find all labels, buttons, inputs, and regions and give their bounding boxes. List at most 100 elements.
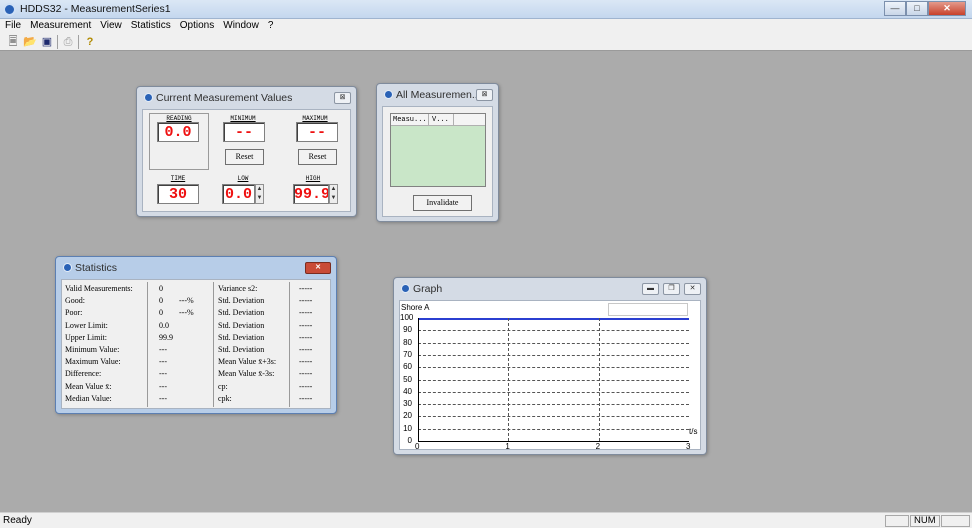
- window-logo-icon: [384, 90, 393, 99]
- stat-value: 0.0: [159, 320, 169, 330]
- minimize-button[interactable]: —: [884, 1, 906, 16]
- high-display: 99.9: [293, 184, 329, 204]
- current-values-client: READING 0.0 MINIMUM ---.- Reset MAXIMUM …: [142, 109, 351, 212]
- stat-label: Poor:: [65, 308, 83, 318]
- low-label: LOW: [237, 175, 249, 182]
- y-tick-label: 90: [403, 325, 412, 335]
- window-logo-icon: [401, 284, 410, 293]
- stat-label: Mean Value x̄+3s:: [218, 357, 277, 367]
- measurements-list[interactable]: Measu... V...: [390, 113, 486, 187]
- reading-label: READING: [166, 115, 192, 122]
- grid-line: [418, 379, 689, 381]
- graph-input[interactable]: [608, 303, 688, 316]
- menu-window[interactable]: Window: [223, 19, 259, 33]
- stat-value: ---: [159, 357, 167, 367]
- minimize-icon[interactable]: ▬: [642, 283, 659, 295]
- open-icon[interactable]: 📂: [23, 35, 37, 49]
- stat-percent: ---%: [179, 296, 194, 306]
- stat-value: 0: [159, 308, 163, 318]
- x-tick-label: 3: [686, 442, 691, 451]
- all-measurements-window[interactable]: All Measuremen... ⊠ Measu... V... Invali…: [376, 83, 499, 222]
- high-label: HIGH: [305, 175, 321, 182]
- close-icon[interactable]: ⊠: [476, 89, 493, 101]
- grid-line: [418, 354, 689, 356]
- graph-title: Graph: [401, 283, 442, 295]
- menu-options[interactable]: Options: [180, 19, 214, 33]
- stat-label: Minimum Value:: [65, 345, 120, 354]
- column-header[interactable]: V...: [432, 116, 449, 124]
- stat-label: Lower Limit:: [65, 320, 108, 330]
- status-pane: [941, 515, 970, 527]
- restore-button[interactable]: □: [906, 1, 928, 16]
- stat-label: Mean Value x̄:: [65, 381, 112, 391]
- menu-statistics[interactable]: Statistics: [131, 19, 171, 33]
- window-controls: — □ ✕: [884, 1, 966, 16]
- column-divider: [147, 282, 148, 407]
- stat-label: Std. Deviation: [218, 345, 265, 354]
- grid-line: [508, 318, 510, 441]
- y-tick-label: 40: [403, 386, 412, 396]
- column-divider: [453, 114, 454, 125]
- column-header[interactable]: Measu...: [393, 116, 427, 124]
- statistics-window[interactable]: Statistics ✕ Valid Measurements: 0 Good: 0 -…: [55, 256, 337, 414]
- reset-maximum-button[interactable]: Reset: [298, 149, 337, 165]
- window-logo-icon: [144, 93, 153, 102]
- menu-measurement[interactable]: Measurement: [30, 19, 91, 33]
- stat-label: Std. Deviation: [218, 332, 265, 342]
- grid-line: [418, 404, 689, 406]
- stat-value: -----: [299, 320, 313, 330]
- x-axis-unit: t/s: [689, 427, 698, 436]
- toolbar-separator: [57, 35, 58, 49]
- close-icon[interactable]: ✕: [684, 283, 701, 295]
- stat-label: cpk:: [218, 393, 232, 403]
- stat-value: -----: [299, 381, 313, 391]
- app-titlebar: HDDS32 - MeasurementSeries1 — □ ✕: [0, 0, 972, 19]
- y-tick-label: 80: [403, 337, 412, 347]
- grid-line: [418, 330, 689, 332]
- stat-label: cp:: [218, 381, 228, 391]
- grid-line: [418, 391, 689, 393]
- minimum-label: MINIMUM: [230, 115, 256, 122]
- menu-view[interactable]: View: [100, 19, 122, 33]
- all-measurements-title: All Measuremen...: [384, 89, 481, 101]
- stat-label: Mean Value x̄-3s:: [218, 369, 275, 379]
- graph-label: Shore A: [401, 303, 430, 312]
- low-spinner[interactable]: ▲ ▼: [255, 184, 264, 204]
- reset-minimum-button[interactable]: Reset: [225, 149, 264, 165]
- grid-line: [598, 318, 600, 441]
- status-pane: [885, 515, 909, 527]
- low-display: 0.0: [222, 184, 255, 204]
- current-values-title: Current Measurement Values: [144, 92, 292, 104]
- menu-help[interactable]: ?: [268, 19, 274, 33]
- status-bar: Ready NUM: [0, 512, 972, 528]
- close-button[interactable]: ✕: [928, 1, 966, 16]
- print-icon[interactable]: ⎙: [61, 35, 75, 49]
- close-icon[interactable]: ⊠: [334, 92, 351, 104]
- statistics-client: Valid Measurements: 0 Good: 0 ---% Poor: 0 ---%…: [61, 279, 331, 409]
- save-icon[interactable]: ▣: [40, 35, 54, 49]
- grid-line: [418, 416, 689, 418]
- help-icon[interactable]: ?: [83, 35, 97, 49]
- graph-window[interactable]: Graph ▬ ❐ ✕ Shore A 100 90 80 70 60 50 40 30 20 1…: [393, 277, 707, 455]
- maximum-display: ---.-: [296, 122, 338, 142]
- invalidate-button[interactable]: Invalidate: [413, 195, 472, 211]
- close-icon[interactable]: ✕: [305, 262, 331, 274]
- app-title: HDDS32 - MeasurementSeries1: [20, 3, 171, 15]
- stat-value: -----: [299, 332, 313, 342]
- new-icon[interactable]: 🗏: [6, 35, 20, 49]
- menu-file[interactable]: File: [5, 19, 21, 33]
- y-tick-label: 10: [403, 423, 412, 433]
- current-values-window[interactable]: Current Measurement Values ⊠ READING 0.0…: [136, 86, 357, 217]
- stat-value: ---: [159, 393, 167, 403]
- app-logo-icon: [3, 3, 16, 16]
- stat-value: ---: [159, 369, 167, 379]
- statistics-title: Statistics: [63, 262, 117, 274]
- stat-value: -----: [299, 345, 313, 354]
- measurements-list-header: Measu... V...: [391, 114, 485, 126]
- high-spinner[interactable]: ▲ ▼: [329, 184, 338, 204]
- restore-icon[interactable]: ❐: [663, 283, 680, 295]
- stat-value: -----: [299, 308, 313, 318]
- y-tick-label: 30: [403, 399, 412, 409]
- menu-bar: File Measurement View Statistics Options…: [0, 19, 972, 33]
- y-axis: [418, 318, 419, 441]
